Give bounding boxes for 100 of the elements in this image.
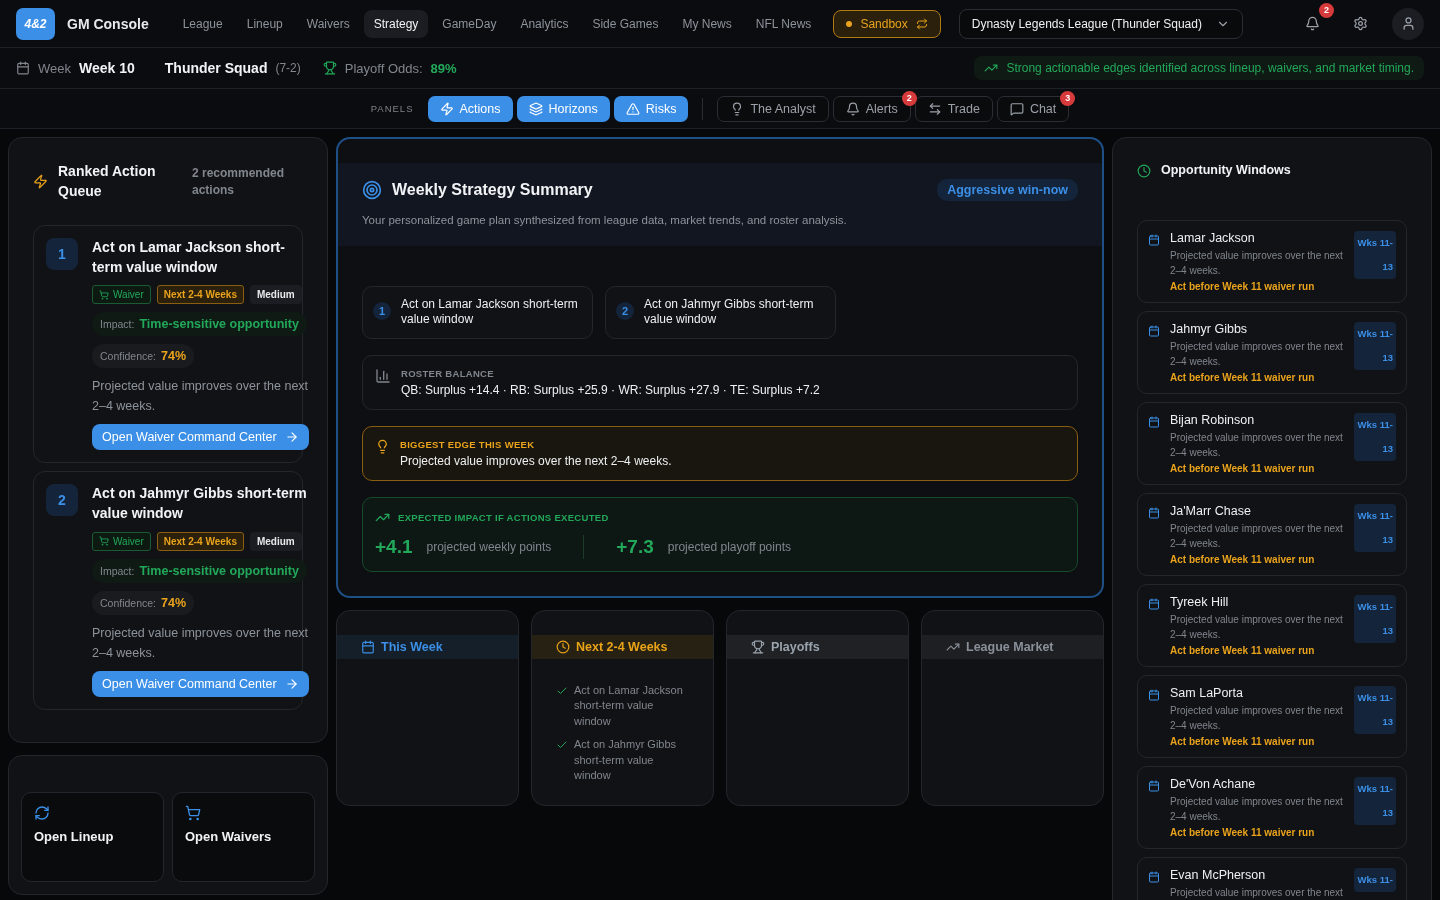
action-count: 2 recommended actions — [192, 164, 286, 199]
confidence-pill: Confidence: 74% — [92, 344, 195, 369]
cart-icon — [99, 536, 109, 547]
opportunity-note: Projected value improves over the next 2–4 weeks. — [1170, 521, 1344, 551]
panels-label: PANELS — [370, 103, 414, 114]
user-icon — [1400, 16, 1416, 31]
bell-icon — [1304, 16, 1320, 31]
calendar-icon — [1148, 233, 1160, 246]
quick-link[interactable]: Open Lineup — [21, 791, 164, 882]
section-label: ROSTER BALANCE — [401, 367, 495, 379]
tool-button[interactable]: Trade — [914, 95, 993, 122]
refresh-icon — [34, 804, 50, 821]
calendar-icon — [1148, 415, 1160, 428]
opportunity-note: Projected value improves over the next — [1170, 885, 1344, 900]
lightning-icon — [33, 174, 48, 190]
league-select[interactable]: Dynasty Legends League (Thunder Squad) — [958, 8, 1243, 39]
window-badge: Wks 11-13 — [1354, 776, 1396, 825]
tag: Medium — [249, 285, 302, 305]
layers-icon — [528, 101, 543, 116]
calendar-icon — [1148, 779, 1160, 792]
quick-link[interactable]: Open Waivers — [172, 791, 315, 882]
horizon-header: League Market — [922, 634, 1103, 659]
lightning-icon — [439, 101, 454, 116]
deadline-text: Act before Week 11 waiver run — [1170, 735, 1316, 747]
sandbox-toggle[interactable]: Sandbox — [833, 9, 941, 38]
player-name: Ja'Marr Chase — [1170, 503, 1252, 518]
nav-tab[interactable]: Strategy — [363, 9, 429, 38]
chat-icon — [1009, 101, 1024, 116]
open-button[interactable]: Open Waiver Command Center — [92, 670, 309, 697]
impact-label: projected playoff points — [667, 539, 791, 554]
horizon-item: Act on Jahmyr Gibbs short-term value window — [574, 737, 678, 783]
card-title: Opportunity Windows — [1161, 162, 1291, 179]
tool-button[interactable]: The Analyst — [717, 95, 829, 122]
rank-number: 2 — [616, 301, 634, 320]
calendar-icon — [16, 61, 30, 75]
opportunity-note: Projected value improves over the next 2–4 weeks. — [1170, 248, 1344, 278]
cart-icon — [185, 804, 201, 821]
opportunity-note: Projected value improves over the next 2–4 weeks. — [1170, 794, 1344, 824]
panel-toggle[interactable]: Actions — [427, 95, 513, 122]
nav-tab[interactable]: Lineup — [236, 9, 293, 38]
calendar-icon — [1148, 870, 1160, 883]
rank-number: 1 — [373, 301, 391, 320]
action-note: Projected value improves over the next 2–4 weeks. — [92, 378, 309, 416]
profile-button[interactable] — [1392, 7, 1424, 40]
impact-value: +7.3 — [616, 535, 654, 558]
notification-count: 2 — [1319, 2, 1334, 18]
calendar-icon — [1148, 324, 1160, 337]
rank-number: 2 — [46, 484, 78, 517]
action-title: Act on Jahmyr Gibbs short-term value window — [92, 484, 308, 523]
impact-pill: Impact: Time-sensitive opportunity — [92, 312, 307, 337]
nav-tab[interactable]: Side Games — [582, 9, 669, 38]
week-value: Week 10 — [79, 60, 135, 76]
mode-badge: Aggressive win-now — [937, 179, 1078, 202]
section-label: BIGGEST EDGE THIS WEEK — [400, 438, 536, 450]
deadline-text: Act before Week 11 waiver run — [1170, 826, 1316, 838]
window-badge: Wks 11-13 — [1354, 685, 1396, 734]
panel-toggle[interactable]: Risks — [613, 95, 689, 122]
player-name: Evan McPherson — [1170, 867, 1267, 882]
calendar-icon — [1148, 506, 1160, 519]
window-badge: Wks 11-13 — [1354, 412, 1396, 461]
edge-text: Projected value improves over the next 2–4 weeks. — [400, 453, 672, 468]
warning-icon — [625, 101, 640, 116]
player-name: Tyreek Hill — [1170, 594, 1230, 609]
nav-tab[interactable]: Analytics — [510, 9, 579, 38]
window-badge: Wks 11- — [1354, 867, 1396, 892]
player-name: Jahmyr Gibbs — [1170, 321, 1249, 336]
card-title: Ranked Action Queue — [58, 162, 157, 201]
insight-banner: Strong actionable edges identified across lineup, waivers, and market timing. — [974, 56, 1424, 80]
tag: Waiver — [92, 531, 151, 551]
deadline-text: Act before Week 11 waiver run — [1170, 644, 1316, 656]
player-name: De'Von Achane — [1170, 776, 1257, 791]
panel-toggle[interactable]: Horizons — [516, 95, 610, 122]
clock-icon — [556, 639, 570, 654]
window-badge: Wks 11-13 — [1354, 321, 1396, 370]
deadline-text: Act before Week 11 waiver run — [1170, 462, 1316, 474]
priority-text: Act on Lamar Jackson short-term value window — [401, 296, 579, 328]
nav-tab[interactable]: NFL News — [745, 9, 822, 38]
open-button[interactable]: Open Waiver Command Center — [92, 424, 309, 451]
week-label: Week — [38, 60, 71, 76]
target-icon — [362, 180, 382, 201]
nav-tab[interactable]: GameDay — [432, 9, 507, 38]
summary-title: Weekly Strategy Summary — [392, 180, 593, 200]
nav-tab[interactable]: My News — [672, 9, 742, 38]
window-badge: Wks 11-13 — [1354, 230, 1396, 279]
opportunity-note: Projected value improves over the next 2–4 weeks. — [1170, 703, 1344, 733]
rank-number: 1 — [46, 238, 78, 271]
app-logo[interactable]: 4&2 — [16, 7, 55, 40]
deadline-text: Act before Week 11 waiver run — [1170, 280, 1316, 292]
trophy-icon — [751, 639, 765, 654]
bar-chart-icon — [375, 367, 391, 384]
lightbulb-icon — [375, 438, 390, 454]
action-title: Act on Lamar Jackson short-term value window — [92, 238, 286, 277]
nav-tab[interactable]: Waivers — [296, 9, 360, 38]
nav-tab[interactable]: League — [172, 9, 233, 38]
priority-text: Act on Jahmyr Gibbs short-term value window — [644, 296, 815, 328]
action-note: Projected value improves over the next 2–4 weeks. — [92, 624, 309, 662]
horizon-header: Next 2-4 Weeks — [532, 634, 713, 659]
impact-value: +4.1 — [375, 535, 413, 558]
app-title: GM Console — [67, 15, 149, 32]
impact-pill: Impact: Time-sensitive opportunity — [92, 558, 307, 583]
